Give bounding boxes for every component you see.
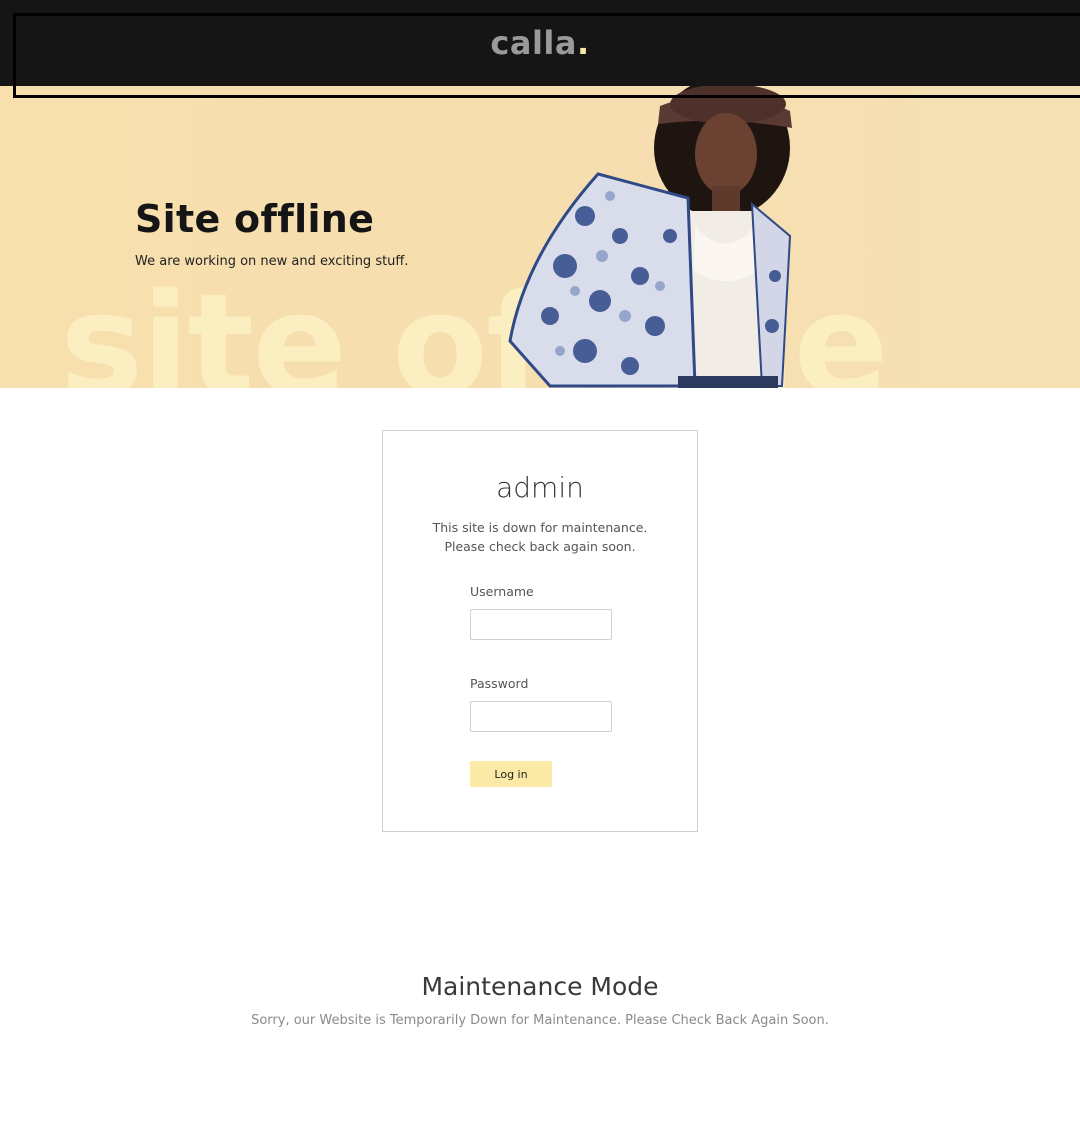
card-title: admin <box>496 471 584 504</box>
maintenance-message-line2: Please check back again soon. <box>444 539 636 554</box>
hero-banner: site offline Site offline We are working… <box>0 86 1080 388</box>
hero-subtitle: We are working on new and exciting stuff… <box>135 254 409 269</box>
site-logo[interactable]: calla. <box>0 24 1080 62</box>
admin-login-card: admin This site is down for maintenance.… <box>382 430 698 832</box>
password-label: Password <box>470 676 529 691</box>
password-input[interactable] <box>470 701 612 732</box>
logo-text: calla <box>490 24 577 62</box>
logo-dot: . <box>576 24 590 62</box>
username-label: Username <box>470 584 534 599</box>
maintenance-mode-title: Maintenance Mode <box>421 972 659 1001</box>
hero-title: Site offline <box>135 197 375 241</box>
maintenance-message: This site is down for maintenance. Pleas… <box>383 518 697 556</box>
hero-model-photo <box>508 86 792 388</box>
username-input[interactable] <box>470 609 612 640</box>
login-button[interactable]: Log in <box>470 761 552 787</box>
maintenance-mode-message: Sorry, our Website is Temporarily Down f… <box>251 1013 829 1028</box>
maintenance-message-line1: This site is down for maintenance. <box>432 520 648 535</box>
